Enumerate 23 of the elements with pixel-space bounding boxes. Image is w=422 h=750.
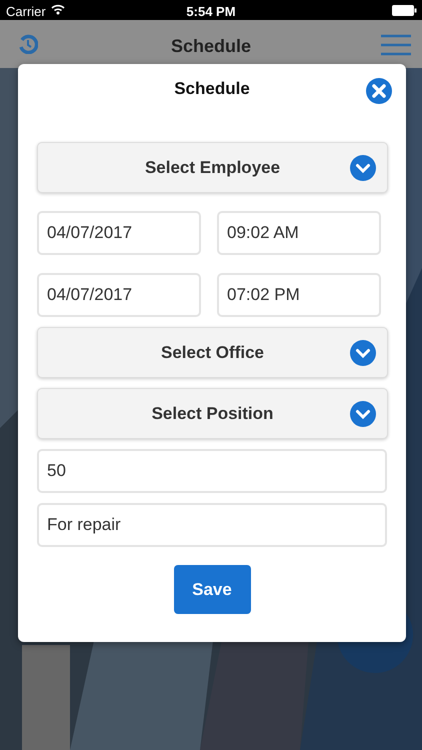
input-field[interactable]: 09:02 AM — [217, 211, 381, 255]
dialog-title: Schedule — [174, 79, 250, 98]
save-button[interactable]: Save — [174, 565, 250, 614]
input-field[interactable]: 04/07/2017 — [37, 273, 201, 317]
close-button[interactable] — [366, 78, 392, 104]
chevron-down-icon — [350, 340, 376, 366]
select-dropdown[interactable]: Select Office — [37, 327, 388, 378]
input-field[interactable]: For repair — [37, 503, 387, 547]
select-dropdown[interactable]: Select Employee — [37, 142, 388, 193]
battery-icon — [392, 5, 417, 16]
select-dropdown[interactable]: Select Position — [37, 388, 388, 439]
input-field[interactable]: 07:02 PM — [217, 273, 381, 317]
input-field[interactable]: 04/07/2017 — [37, 211, 201, 255]
input-field[interactable]: 50 — [37, 449, 387, 493]
close-icon — [366, 78, 392, 104]
chevron-down-icon — [350, 155, 376, 181]
wifi-icon — [51, 4, 65, 15]
clock-time: 5:54 PM — [186, 3, 236, 21]
page-title: Schedule — [170, 35, 252, 58]
carrier-label: Carrier — [6, 3, 46, 21]
chevron-down-icon — [350, 401, 376, 427]
menu-icon[interactable] — [381, 34, 411, 56]
history-icon[interactable] — [18, 34, 38, 54]
